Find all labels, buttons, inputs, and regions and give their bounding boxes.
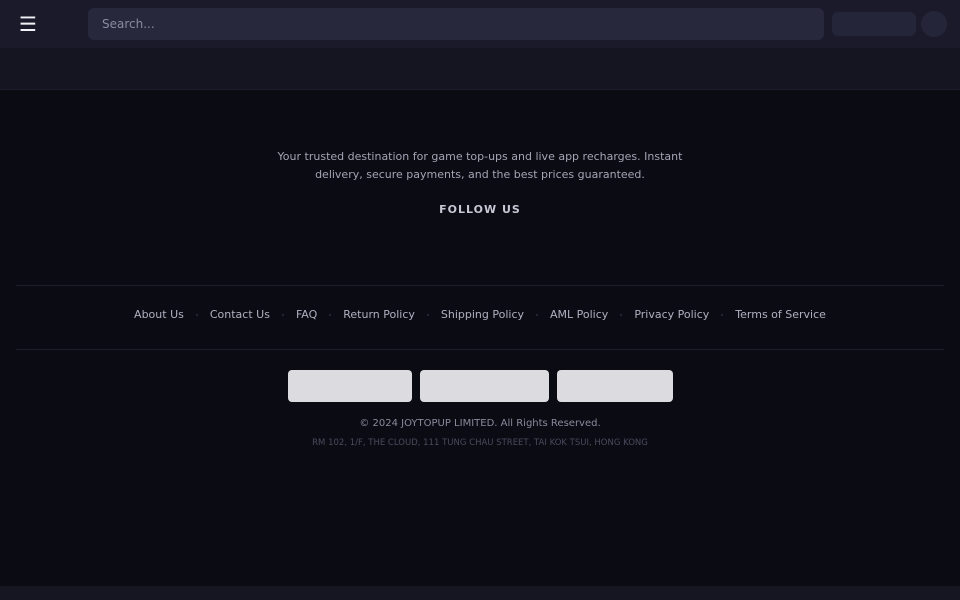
copyright-text: © 2024 JOYTOPUP LIMITED. All Rights Rese… (359, 418, 601, 429)
link-separator (195, 313, 198, 316)
footer-link-privacy-policy[interactable]: Privacy Policy (634, 308, 709, 321)
payment-badge (557, 370, 673, 402)
link-separator (536, 313, 539, 316)
footer-tagline: Your trusted destination for game top-up… (277, 150, 683, 181)
search-bar[interactable] (88, 8, 824, 40)
link-separator (329, 313, 332, 316)
link-separator (721, 313, 724, 316)
footer-link-contact-us[interactable]: Contact Us (210, 308, 270, 321)
footer-links: About Us Contact Us FAQ Return Policy Sh… (0, 308, 960, 321)
category-nav-bar (0, 48, 960, 90)
top-header: ☰ (0, 0, 960, 48)
link-separator (426, 313, 429, 316)
payment-badges (0, 370, 960, 402)
payment-badge (288, 370, 412, 402)
footer-link-about-us[interactable]: About Us (134, 308, 184, 321)
link-separator (281, 313, 284, 316)
company-address: RM 102, 1/F, THE CLOUD, 111 TUNG CHAU ST… (312, 438, 648, 448)
bottom-bar (0, 586, 960, 600)
footer-link-shipping-policy[interactable]: Shipping Policy (441, 308, 524, 321)
footer-divider-bottom (16, 349, 944, 350)
link-separator (620, 313, 623, 316)
payment-badge (420, 370, 549, 402)
footer-link-aml-policy[interactable]: AML Policy (550, 308, 608, 321)
footer-link-return-policy[interactable]: Return Policy (343, 308, 415, 321)
footer-link-faq[interactable]: FAQ (296, 308, 317, 321)
page: ☰ Your trusted destination for game top-… (0, 0, 960, 600)
footer-divider-top (16, 285, 944, 286)
avatar[interactable] (921, 11, 947, 37)
follow-us-heading: FOLLOW US (439, 203, 521, 216)
search-input[interactable] (100, 16, 812, 32)
hamburger-menu-icon[interactable]: ☰ (14, 10, 42, 38)
account-button[interactable] (832, 12, 916, 36)
footer-link-terms-of-service[interactable]: Terms of Service (735, 308, 826, 321)
